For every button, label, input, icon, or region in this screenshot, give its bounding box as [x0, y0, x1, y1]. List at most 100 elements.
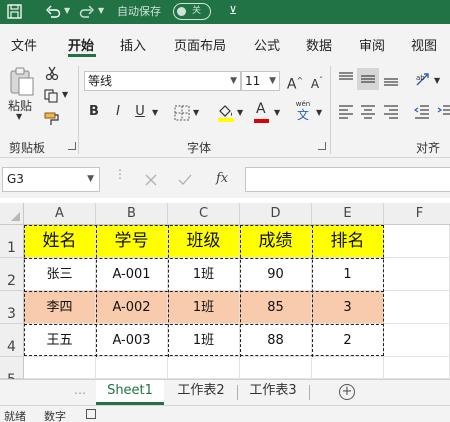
row-header-1[interactable]: 1 — [0, 225, 24, 258]
formula-input[interactable] — [245, 167, 450, 192]
cell-b5[interactable] — [96, 357, 168, 379]
column-header-e[interactable]: E — [312, 203, 384, 225]
cell-f3[interactable] — [384, 291, 450, 324]
tab-formulas[interactable]: 公式 — [254, 35, 280, 54]
tab-page-layout[interactable]: 页面布局 — [174, 35, 226, 54]
redo-dropdown-icon[interactable]: ▼ — [98, 0, 104, 24]
tab-data[interactable]: 数据 — [306, 35, 332, 54]
cell-f2[interactable] — [384, 258, 450, 291]
redo-icon[interactable] — [79, 5, 95, 19]
underline-dropdown-icon[interactable]: ▼ — [152, 108, 158, 117]
accessibility-icon[interactable] — [86, 409, 96, 419]
copy-icon[interactable] — [44, 89, 58, 103]
column-header-c[interactable]: C — [168, 203, 240, 225]
header-cell-score[interactable]: 成绩 — [240, 225, 312, 258]
orientation-icon[interactable]: ab — [414, 70, 432, 88]
cell-c5[interactable] — [168, 357, 240, 379]
row-header-3[interactable]: 3 — [0, 291, 24, 324]
cell-a3[interactable]: 李四 — [24, 291, 96, 324]
cell-c2[interactable]: 1班 — [168, 258, 240, 291]
cell-e3[interactable]: 3 — [312, 291, 384, 324]
cancel-icon[interactable] — [145, 174, 157, 186]
font-color-icon[interactable]: A — [256, 101, 266, 117]
font-color-dropdown-icon[interactable]: ▼ — [274, 108, 280, 117]
cell-f1[interactable] — [384, 225, 450, 258]
cut-icon[interactable] — [45, 66, 59, 80]
bold-button[interactable]: B — [84, 102, 104, 122]
format-painter-icon[interactable] — [44, 111, 60, 127]
select-all-button[interactable] — [0, 203, 24, 225]
clipboard-launcher-icon[interactable] — [68, 142, 76, 150]
sheet-tab-sheet1[interactable]: Sheet1 — [96, 380, 164, 405]
phonetic-dropdown-icon[interactable]: ▼ — [316, 108, 322, 117]
column-header-a[interactable]: A — [24, 203, 96, 225]
save-icon[interactable] — [7, 4, 22, 19]
grow-font-button[interactable]: A^ — [285, 71, 305, 93]
row-header-5[interactable]: 5 — [0, 357, 24, 388]
cell-b4[interactable]: A-003 — [96, 324, 168, 357]
cell-d2[interactable]: 90 — [240, 258, 312, 291]
font-name-select[interactable]: 等线 ▼ — [84, 71, 241, 91]
paste-icon[interactable] — [9, 67, 35, 97]
name-box[interactable]: G3 ▼ — [2, 167, 100, 192]
cell-b3[interactable]: A-002 — [96, 291, 168, 324]
tab-file[interactable]: 文件 — [11, 35, 37, 54]
fill-color-icon[interactable] — [217, 103, 235, 123]
cell-e4[interactable]: 2 — [312, 324, 384, 357]
cell-d5[interactable] — [240, 357, 312, 379]
tab-view[interactable]: 视图 — [411, 35, 437, 54]
cell-a4[interactable]: 王五 — [24, 324, 96, 357]
italic-button[interactable]: I — [108, 102, 128, 122]
column-header-b[interactable]: B — [96, 203, 168, 225]
autosave-toggle[interactable]: 关 — [173, 3, 211, 20]
phonetic-button[interactable]: wén 文 — [293, 100, 313, 124]
cell-f4[interactable] — [384, 324, 450, 357]
increase-indent-icon[interactable] — [437, 105, 450, 119]
add-sheet-icon[interactable]: + — [339, 384, 355, 400]
enter-icon[interactable] — [178, 174, 192, 186]
tab-review[interactable]: 审阅 — [359, 35, 385, 54]
align-bottom-icon[interactable] — [383, 72, 399, 86]
cell-e2[interactable]: 1 — [312, 258, 384, 291]
sheet-tab-2[interactable]: 工作表2 — [166, 380, 236, 405]
cell-f5[interactable] — [384, 357, 450, 379]
header-cell-name[interactable]: 姓名 — [24, 225, 96, 258]
tab-home[interactable]: 开始 — [68, 35, 94, 54]
row-header-2[interactable]: 2 — [0, 258, 24, 291]
cell-a2[interactable]: 张三 — [24, 258, 96, 291]
sheet-tab-3[interactable]: 工作表3 — [238, 380, 308, 405]
column-header-f[interactable]: F — [384, 203, 450, 225]
paste-dropdown-icon[interactable]: ▼ — [16, 112, 22, 121]
undo-dropdown-icon[interactable]: ▼ — [64, 0, 70, 24]
align-right-icon[interactable] — [383, 105, 399, 119]
cell-c3[interactable]: 1班 — [168, 291, 240, 324]
font-size-select[interactable]: 11 ▼ — [241, 71, 280, 91]
cell-b2[interactable]: A-001 — [96, 258, 168, 291]
decrease-indent-icon[interactable] — [414, 105, 430, 119]
borders-dropdown-icon[interactable]: ▼ — [193, 108, 199, 117]
orientation-dropdown-icon[interactable]: ▼ — [434, 76, 440, 85]
cell-e5[interactable] — [312, 357, 384, 379]
copy-dropdown-icon[interactable]: ▼ — [62, 90, 68, 99]
font-launcher-icon[interactable] — [318, 142, 326, 150]
undo-icon[interactable] — [45, 5, 61, 19]
header-cell-rank[interactable]: 排名 — [312, 225, 384, 258]
cell-c4[interactable]: 1班 — [168, 324, 240, 357]
shrink-font-button[interactable]: Aˇ — [307, 71, 327, 91]
underline-button[interactable]: U — [130, 102, 150, 122]
column-header-d[interactable]: D — [240, 203, 312, 225]
cell-a5[interactable] — [24, 357, 96, 379]
align-top-icon[interactable] — [338, 72, 354, 86]
row-header-4[interactable]: 4 — [0, 324, 24, 357]
align-left-icon[interactable] — [338, 105, 354, 119]
cell-d4[interactable]: 88 — [240, 324, 312, 357]
insert-function-icon[interactable]: fx — [216, 171, 228, 186]
sheet-scroll-dots-icon[interactable]: … — [74, 383, 86, 397]
cell-d3[interactable]: 85 — [240, 291, 312, 324]
borders-icon[interactable] — [174, 105, 190, 121]
header-cell-class[interactable]: 班级 — [168, 225, 240, 258]
header-cell-id[interactable]: 学号 — [96, 225, 168, 258]
tab-insert[interactable]: 插入 — [120, 35, 146, 54]
customize-toolbar-icon[interactable]: ⊻ — [229, 0, 237, 24]
align-center-icon[interactable] — [360, 105, 376, 119]
